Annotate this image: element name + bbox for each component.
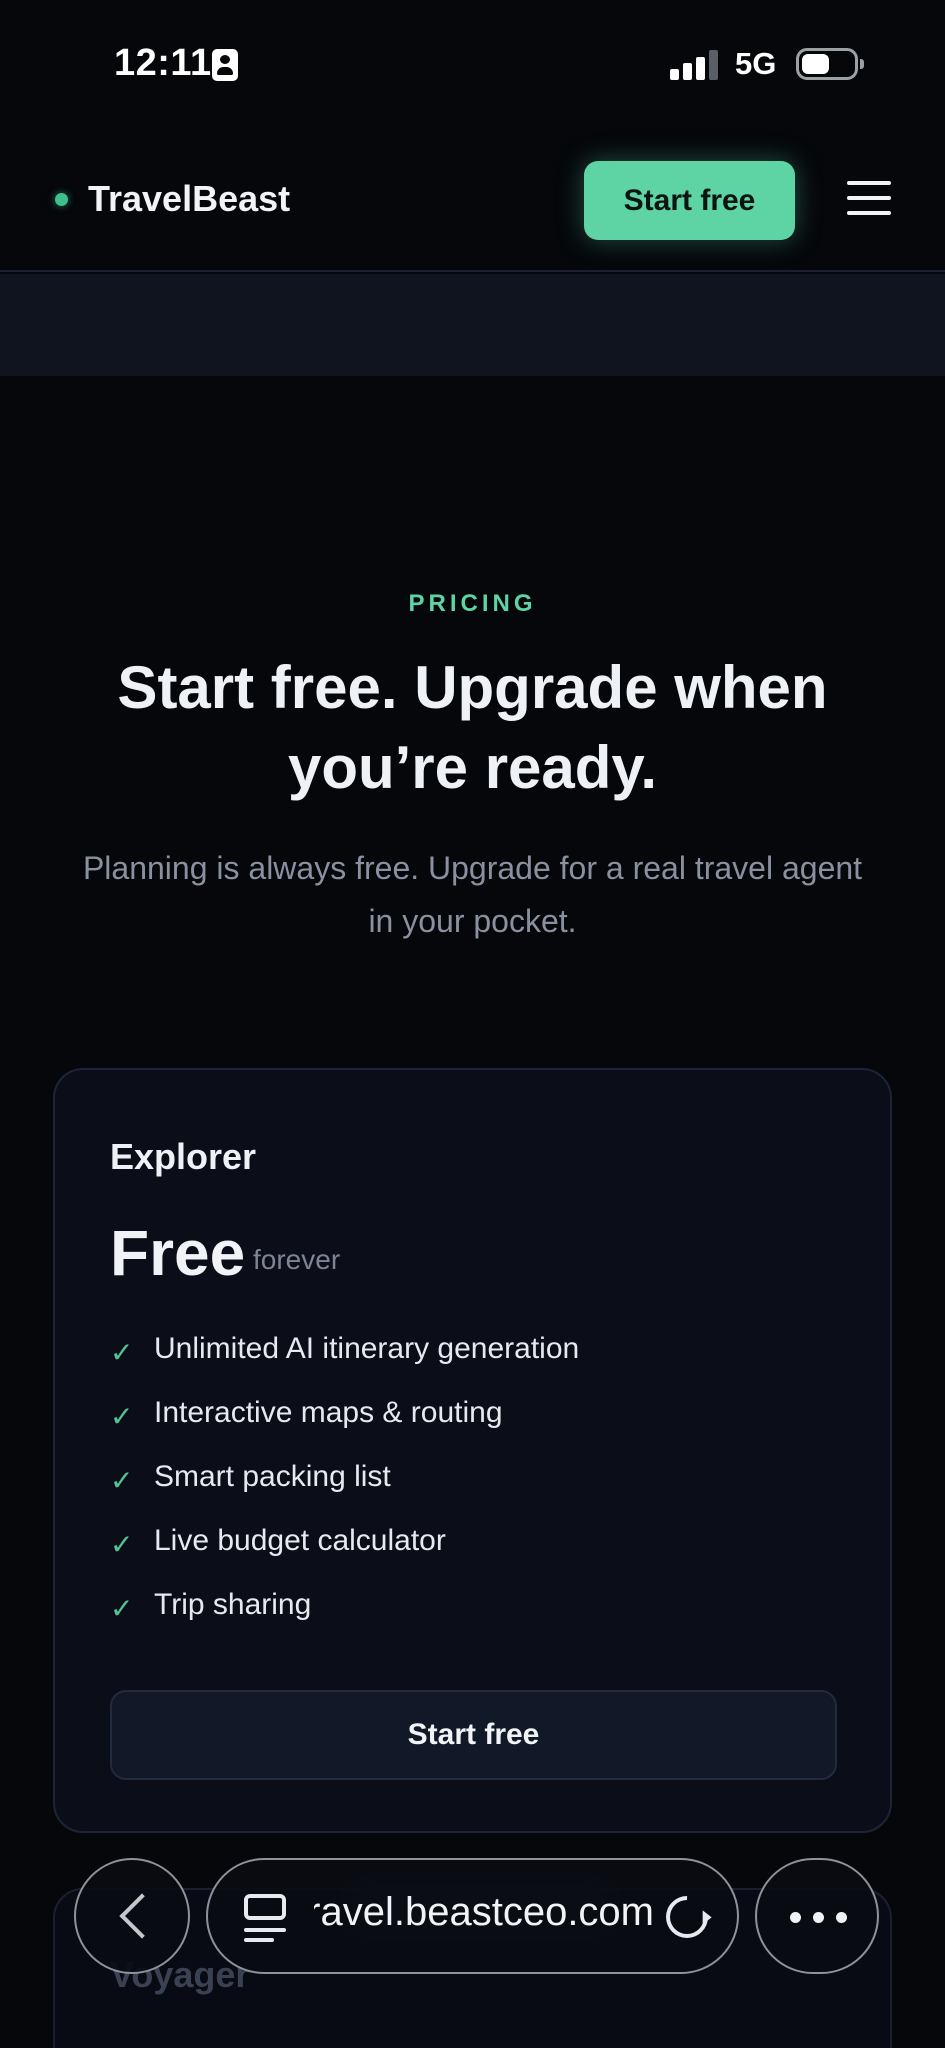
page-subtitle: Planning is always free. Upgrade for a r… — [82, 850, 863, 939]
brand-logo[interactable]: TravelBeast — [88, 178, 290, 220]
battery-icon — [796, 48, 864, 80]
feature-label: Unlimited AI itinerary generation — [154, 1332, 580, 1365]
contact-card-icon — [212, 49, 238, 81]
feature-label: Live budget calculator — [154, 1524, 446, 1557]
signal-strength-icon — [670, 50, 720, 80]
feature-item: ✓ Smart packing list — [110, 1460, 840, 1524]
feature-item: ✓ Trip sharing — [110, 1588, 840, 1652]
check-icon: ✓ — [110, 1529, 134, 1560]
url-text: travel.beastceo.com — [314, 1890, 654, 1934]
plan-name: Explorer — [110, 1136, 257, 1177]
feature-item: ✓ Live budget calculator — [110, 1524, 840, 1588]
status-bar: 12:11 5G — [0, 0, 945, 130]
reader-mode-icon[interactable] — [244, 1894, 286, 1942]
feature-label: Interactive maps & routing — [154, 1396, 503, 1429]
banner-strip — [0, 274, 945, 376]
chevron-left-icon — [119, 1893, 165, 1939]
check-icon: ✓ — [110, 1593, 134, 1624]
brand-dot-icon — [55, 193, 68, 206]
check-icon: ✓ — [110, 1465, 134, 1496]
ellipsis-icon — [790, 1912, 848, 1923]
start-free-nav-button[interactable]: Start free — [584, 161, 795, 240]
feature-list: ✓ Unlimited AI itinerary generation ✓ In… — [110, 1332, 840, 1652]
network-type: 5G — [735, 46, 777, 81]
plan-card-explorer: Explorer Free forever ✓ Unlimited AI iti… — [53, 1068, 892, 1833]
browser-toolbar: travel.beastceo.com — [0, 1848, 945, 2048]
back-button[interactable] — [74, 1858, 190, 1974]
start-free-plan-button[interactable]: Start free — [110, 1690, 837, 1780]
check-icon: ✓ — [110, 1401, 134, 1432]
plan-price: Free — [110, 1217, 246, 1289]
feature-label: Smart packing list — [154, 1460, 391, 1493]
hamburger-menu-icon[interactable] — [847, 177, 891, 219]
section-eyebrow: PRICING — [408, 590, 537, 617]
plan-period: forever — [253, 1244, 341, 1275]
feature-item: ✓ Unlimited AI itinerary generation — [110, 1332, 840, 1396]
address-bar[interactable]: travel.beastceo.com — [206, 1858, 739, 1974]
site-header: TravelBeast Start free — [0, 130, 945, 272]
reload-icon[interactable] — [657, 1887, 717, 1947]
feature-item: ✓ Interactive maps & routing — [110, 1396, 840, 1460]
feature-label: Trip sharing — [154, 1588, 312, 1621]
check-icon: ✓ — [110, 1337, 134, 1368]
page-title: Start free. Upgrade when you’re ready. — [117, 654, 828, 801]
more-options-button[interactable] — [755, 1858, 879, 1974]
status-time: 12:11 — [114, 42, 212, 84]
